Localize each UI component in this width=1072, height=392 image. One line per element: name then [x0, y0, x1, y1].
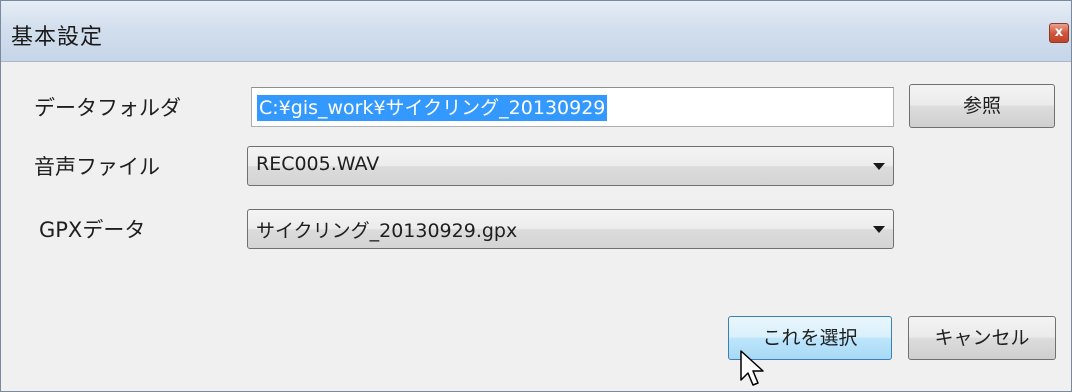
browse-button[interactable]: 参照: [909, 84, 1055, 128]
gpx-data-label: GPXデータ: [39, 218, 146, 242]
chevron-down-icon: [873, 226, 885, 233]
chevron-down-icon: [873, 163, 885, 170]
dialog-body: データフォルダ C:¥gis_work¥サイクリング_20130929 参照 音…: [1, 62, 1071, 391]
title-bar[interactable]: 基本設定 x: [1, 1, 1071, 62]
cancel-button-label: キャンセル: [934, 327, 1030, 349]
mouse-pointer-icon: [740, 350, 764, 386]
basic-settings-dialog: 基本設定 x データフォルダ C:¥gis_work¥サイクリング_201309…: [0, 0, 1072, 392]
close-icon: x: [1054, 25, 1064, 40]
close-button[interactable]: x: [1049, 23, 1069, 43]
cancel-button[interactable]: キャンセル: [908, 316, 1056, 360]
gpx-data-selected: サイクリング_20130929.gpx: [256, 220, 518, 242]
data-folder-input[interactable]: C:¥gis_work¥サイクリング_20130929: [251, 87, 894, 127]
browse-button-label: 参照: [962, 95, 1001, 117]
audio-file-select[interactable]: REC005.WAV: [247, 146, 894, 186]
gpx-data-select[interactable]: サイクリング_20130929.gpx: [247, 209, 894, 249]
audio-file-label: 音声ファイル: [34, 155, 160, 179]
select-this-button-label: これを選択: [762, 327, 858, 349]
window-title: 基本設定: [11, 25, 104, 50]
audio-file-selected: REC005.WAV: [256, 153, 380, 175]
data-folder-input-value: C:¥gis_work¥サイクリング_20130929: [257, 95, 608, 121]
data-folder-label: データフォルダ: [34, 96, 181, 120]
